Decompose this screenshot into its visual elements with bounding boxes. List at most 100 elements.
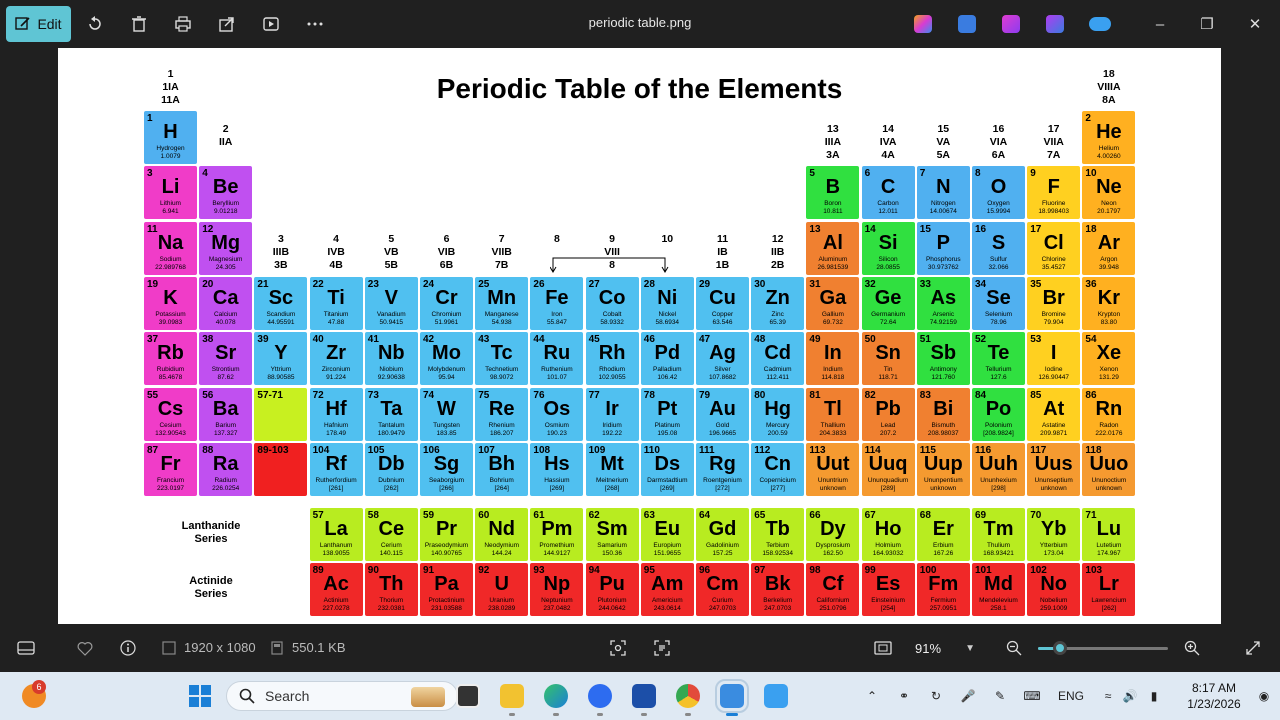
element-mass: 138.9055 [322, 550, 350, 557]
element-symbol: Kr [1097, 286, 1120, 309]
element-mass: [269] [549, 484, 565, 492]
element-symbol: Rb [157, 342, 184, 365]
element-mass: 207.2 [879, 429, 897, 437]
element-symbol: Rf [325, 452, 347, 475]
element-p: 15 P Phosphorus 30.973762 [916, 221, 970, 275]
element-name: Hydrogen [156, 145, 185, 152]
snipping-tool-icon[interactable] [764, 684, 788, 708]
element-mass: [262] [384, 484, 399, 492]
fullscreen-icon[interactable] [1243, 638, 1263, 658]
keyboard-icon[interactable]: ⌨ [1022, 686, 1042, 706]
element-name: Copper [711, 310, 734, 318]
element-fm: 100 Fm Fermium 257.0951 [916, 563, 970, 617]
minimize-button[interactable]: – [1148, 12, 1172, 36]
taskbar-search[interactable]: Search [226, 681, 458, 711]
element-hf: 72 Hf Hafnium 178.49 [309, 387, 363, 441]
element-uuq: 114 Uuq Ununquadium [289] [861, 442, 915, 496]
wifi-icon[interactable]: ≈ [1098, 686, 1118, 706]
element-mass: 251.0796 [819, 605, 847, 613]
element-mass: 190.23 [546, 429, 567, 437]
element-symbol: Cl [1043, 231, 1064, 254]
element-sn: 50 Sn Tin 118.71 [861, 332, 915, 386]
element-name: Ytterbium [1039, 542, 1068, 549]
element-tc: 43 Tc Technetium 98.9072 [475, 332, 529, 386]
network-warning-icon[interactable]: ⚭ [894, 686, 914, 706]
zoom-in-icon[interactable] [1182, 638, 1202, 658]
element-mass: 72.64 [879, 318, 897, 326]
onedrive-icon[interactable] [1089, 17, 1111, 31]
element-symbol: Bi [933, 397, 954, 420]
zoom-out-icon[interactable] [1004, 638, 1024, 658]
element-mass: 107.8682 [708, 374, 737, 382]
filmstrip-icon[interactable] [16, 638, 36, 658]
file-explorer-icon[interactable] [500, 684, 524, 708]
whiteboard-icon[interactable] [632, 684, 656, 708]
clipchamp-icon[interactable] [1002, 15, 1020, 33]
sync-icon[interactable]: ↻ [926, 686, 946, 706]
element-name: Beryllium [212, 200, 240, 208]
text-scan-icon[interactable] [652, 638, 672, 658]
notification-icon[interactable]: ◉ [1254, 686, 1274, 706]
element-symbol: He [1096, 121, 1122, 143]
element-th: 90 Th Thorium 232.0381 [364, 563, 418, 617]
show-hidden-icons-icon[interactable]: ⌃ [862, 686, 882, 706]
element-symbol: Rn [1095, 397, 1123, 420]
task-view-icon[interactable] [456, 684, 480, 708]
copilot-icon[interactable] [914, 15, 932, 33]
element-name: Francium [156, 476, 185, 484]
designer-icon[interactable] [958, 15, 976, 33]
volume-icon[interactable]: 🔊 [1120, 686, 1140, 706]
element-mass: 50.9415 [379, 318, 404, 326]
zoom-slider[interactable] [1038, 641, 1168, 655]
element-symbol: Pr [435, 518, 458, 540]
element-f: 9 F Fluorine 18.998403 [1027, 166, 1081, 220]
element-name: Rubidium [156, 366, 185, 374]
zoom-dropdown[interactable]: 91% ▼ [905, 632, 985, 664]
element-symbol: Cr [435, 286, 458, 309]
element-rf: 104 Rf Rutherfordium [261] [309, 442, 363, 496]
zoom-slider-thumb[interactable] [1053, 641, 1068, 655]
chrome-icon[interactable] [676, 684, 700, 708]
element-bi: 83 Bi Bismuth 208.98037 [916, 387, 970, 441]
fit-to-window-icon[interactable] [873, 638, 893, 658]
video-editor-icon[interactable] [1046, 15, 1064, 33]
element-symbol: Th [379, 573, 404, 596]
close-button[interactable]: ✕ [1243, 12, 1267, 36]
visual-search-icon[interactable] [608, 638, 628, 658]
info-icon[interactable] [118, 638, 138, 658]
element-mass: 78.96 [990, 318, 1007, 326]
element-name: Magnesium [208, 255, 243, 263]
start-button[interactable] [188, 684, 212, 708]
element-symbol: Hg [764, 397, 792, 420]
pen-icon[interactable]: ✎ [990, 686, 1010, 706]
photos-icon[interactable] [715, 679, 749, 713]
element-xe: 54 Xe Xenon 131.29 [1082, 332, 1136, 386]
zoom-app-icon[interactable] [588, 684, 612, 708]
element-symbol: O [990, 176, 1007, 199]
microphone-icon[interactable]: 🎤 [958, 686, 978, 706]
element-mass: 173.04 [1043, 550, 1064, 557]
favorite-icon[interactable] [75, 638, 95, 658]
element-uuo: 118 Uuo Ununoctium unknown [1082, 442, 1136, 496]
element-name: Helium [1098, 145, 1119, 152]
element-pd: 46 Pd Palladium 106.42 [640, 332, 694, 386]
element-mass: 180.9479 [377, 429, 405, 437]
element-name: Indium [823, 366, 843, 374]
edge-icon[interactable] [544, 684, 568, 708]
element-symbol: B [825, 176, 841, 199]
element-ru: 44 Ru Ruthenium 101.07 [530, 332, 584, 386]
battery-icon[interactable]: ▮ [1144, 686, 1164, 706]
clock[interactable]: 8:17 AM 1/23/2026 [1178, 680, 1250, 712]
image-viewport[interactable]: Periodic Table of the Elements Lanthanid… [58, 48, 1221, 624]
element-symbol: Na [157, 231, 184, 254]
image-size-icon [162, 640, 176, 655]
language-indicator[interactable]: ENG [1058, 686, 1084, 706]
element-mass: 259.1009 [1040, 605, 1068, 613]
element-symbol: Pb [875, 397, 901, 420]
element-mass: 140.90765 [431, 550, 462, 557]
restore-button[interactable]: ❐ [1195, 12, 1219, 36]
element-as: 33 As Arsenic 74.92159 [916, 276, 970, 330]
element-symbol: Uuh [979, 452, 1018, 475]
series-placeholder-cell: 89-103 [254, 442, 308, 496]
element-symbol: V [384, 286, 398, 309]
